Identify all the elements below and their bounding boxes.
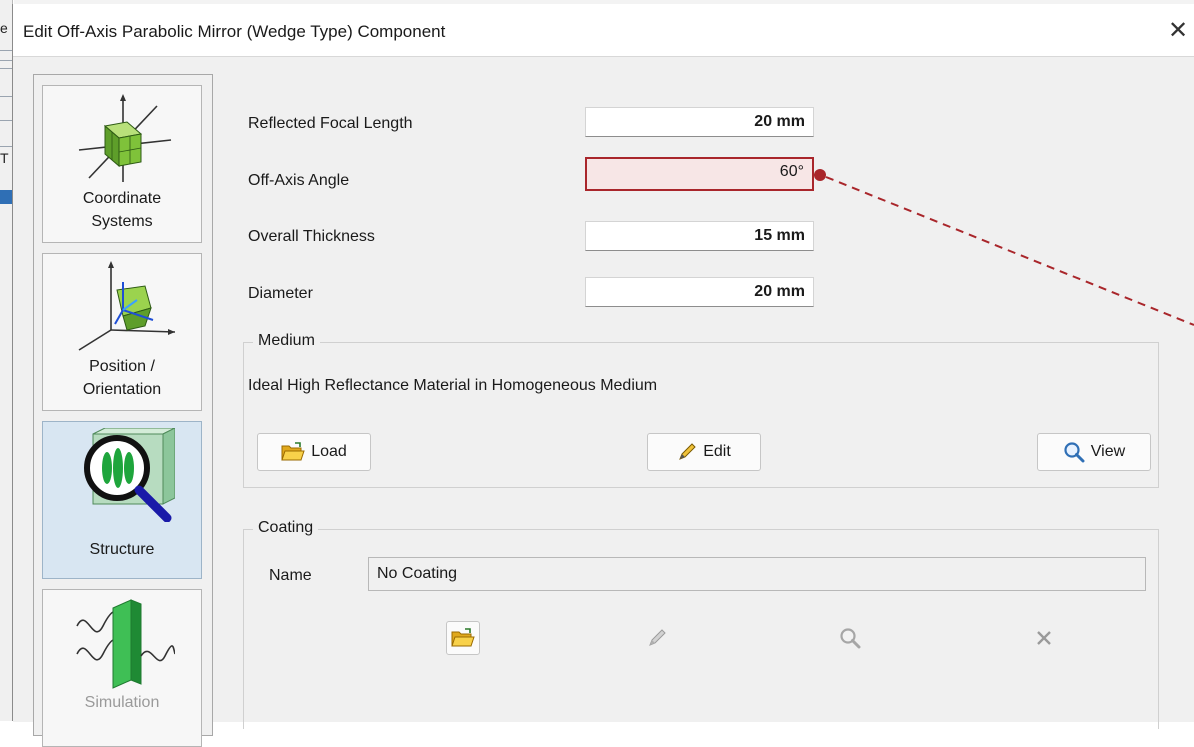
- delete-x-icon: [1037, 631, 1051, 645]
- magnifier-icon: [1064, 442, 1085, 463]
- pencil-icon: [649, 629, 666, 646]
- edit-button-label: Edit: [703, 443, 731, 460]
- edit-button[interactable]: Edit: [647, 433, 761, 471]
- coating-delete-button[interactable]: [1027, 621, 1061, 655]
- coordinate-systems-icon: [78, 94, 172, 182]
- dialog-content: Coordinate Systems Position / Orientatio…: [13, 56, 1194, 747]
- structure-magnifier-icon: [84, 428, 175, 522]
- load-button-label: Load: [311, 443, 347, 460]
- coating-view-button[interactable]: [833, 621, 867, 655]
- pencil-icon: [679, 443, 696, 460]
- overall-thickness-field[interactable]: 15 mm: [585, 221, 814, 251]
- coating-name-label: Name: [269, 567, 312, 584]
- coating-group-title: Coating: [253, 519, 319, 537]
- nav-label-line2: Systems: [91, 213, 153, 230]
- medium-group-title: Medium: [253, 332, 320, 350]
- nav-label-line2: Orientation: [82, 381, 162, 398]
- nav-label-line1: Structure: [89, 541, 155, 558]
- nav-item-position-orientation[interactable]: Position / Orientation: [42, 253, 202, 411]
- nav-label-line1: Position /: [89, 358, 155, 375]
- folder-open-icon: [451, 628, 475, 647]
- diameter-field[interactable]: 20 mm: [585, 277, 814, 307]
- nav-item-coordinate-systems[interactable]: Coordinate Systems: [42, 85, 202, 243]
- nav-item-structure[interactable]: Structure: [42, 421, 202, 579]
- folder-open-icon: [281, 442, 305, 461]
- background-text-fragment: e: [0, 20, 8, 36]
- load-button[interactable]: Load: [257, 433, 371, 471]
- overall-thickness-label: Overall Thickness: [248, 228, 375, 245]
- nav-label-line1: Simulation: [84, 694, 160, 711]
- diameter-label: Diameter: [248, 285, 313, 302]
- off-axis-angle-field[interactable]: 60°: [585, 157, 814, 191]
- edit-component-dialog: Edit Off-Axis Parabolic Mirror (Wedge Ty…: [12, 4, 1194, 747]
- dialog-titlebar[interactable]: Edit Off-Axis Parabolic Mirror (Wedge Ty…: [13, 4, 1194, 56]
- reflected-focal-length-label: Reflected Focal Length: [248, 115, 413, 132]
- reflected-focal-length-field[interactable]: 20 mm: [585, 107, 814, 137]
- nav-label-line1: Coordinate: [82, 190, 162, 207]
- magnifier-icon: [840, 628, 861, 649]
- off-axis-angle-label: Off-Axis Angle: [248, 172, 350, 189]
- coating-name-field: No Coating: [368, 557, 1146, 591]
- view-button[interactable]: View: [1037, 433, 1151, 471]
- nav-item-simulation[interactable]: Simulation: [42, 589, 202, 747]
- category-nav: Coordinate Systems Position / Orientatio…: [33, 74, 213, 747]
- background-text-fragment: T: [0, 150, 9, 166]
- dialog-title: Edit Off-Axis Parabolic Mirror (Wedge Ty…: [23, 22, 446, 41]
- close-icon: ✕: [1167, 17, 1189, 44]
- simulation-icon: [76, 599, 175, 689]
- coating-edit-button[interactable]: [640, 621, 674, 655]
- background-selection: [0, 190, 12, 204]
- coating-load-button[interactable]: [446, 621, 480, 655]
- close-button[interactable]: ✕: [1163, 16, 1193, 46]
- view-button-label: View: [1090, 443, 1126, 460]
- medium-description: Ideal High Reflectance Material in Homog…: [248, 377, 658, 394]
- position-orientation-icon: [78, 261, 175, 351]
